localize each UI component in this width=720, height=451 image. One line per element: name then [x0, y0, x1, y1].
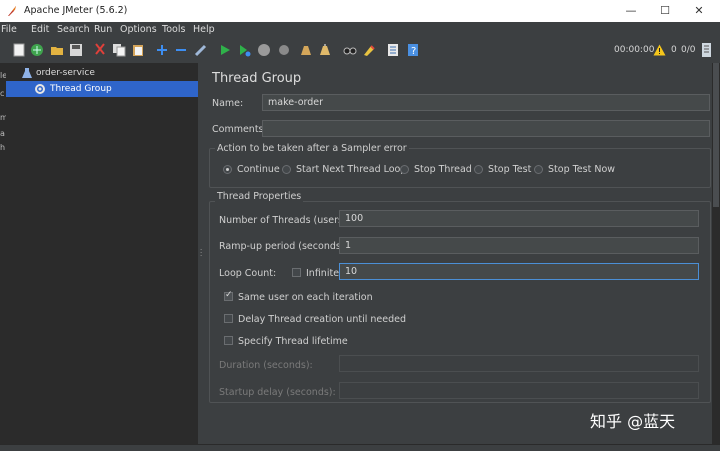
scrollbar-thumb[interactable]: [713, 63, 719, 207]
duration-label: Duration (seconds):: [219, 360, 313, 371]
clear-icon[interactable]: [299, 43, 313, 57]
radio-stop-thread[interactable]: [400, 165, 409, 174]
templates-icon[interactable]: [30, 43, 44, 57]
radio-start-next-loop-label[interactable]: Start Next Thread Loop: [296, 164, 406, 175]
minimize-button[interactable]: —: [614, 0, 648, 22]
clipped-text: h: [0, 143, 6, 152]
clipped-text: a: [0, 129, 5, 138]
rampup-field[interactable]: 1: [339, 237, 699, 254]
startup-delay-field[interactable]: [339, 382, 699, 399]
radio-start-next-loop[interactable]: [282, 165, 291, 174]
window-title: Apache JMeter (5.6.2): [24, 5, 128, 16]
help-icon[interactable]: ?: [406, 43, 420, 57]
thread-lifetime-label[interactable]: Specify Thread lifetime: [238, 336, 348, 347]
menu-edit[interactable]: Edit: [31, 24, 49, 35]
expand-icon[interactable]: [155, 43, 169, 57]
shutdown-icon[interactable]: [277, 43, 291, 57]
warning-count: 0: [671, 45, 677, 55]
toggle-icon[interactable]: [194, 43, 208, 57]
window-titlebar: Apache JMeter (5.6.2) — ☐ ✕: [0, 0, 720, 22]
function-helper-icon[interactable]: [386, 43, 400, 57]
rampup-label: Ramp-up period (seconds):: [219, 241, 348, 252]
main-toolbar: ?: [0, 39, 720, 64]
search-binoculars-icon[interactable]: [343, 43, 357, 57]
divider-grip[interactable]: · · ·: [200, 247, 202, 260]
thread-lifetime-checkbox[interactable]: [224, 336, 233, 345]
tree-node-order-service[interactable]: order-service: [36, 68, 95, 78]
infinite-checkbox[interactable]: [292, 268, 301, 277]
start-icon[interactable]: [218, 43, 232, 57]
radio-stop-thread-label[interactable]: Stop Thread: [414, 164, 472, 175]
open-icon[interactable]: [50, 43, 64, 57]
same-user-checkbox[interactable]: [224, 290, 233, 301]
comments-field[interactable]: [262, 120, 710, 137]
loop-count-field[interactable]: 10: [339, 263, 699, 280]
stop-icon[interactable]: [257, 43, 271, 57]
maximize-button[interactable]: ☐: [648, 0, 682, 22]
copy-icon[interactable]: [112, 43, 126, 57]
active-threads: 0/0: [681, 45, 696, 55]
collapse-icon[interactable]: [174, 43, 188, 57]
startup-delay-label: Startup delay (seconds):: [219, 387, 336, 398]
menu-file[interactable]: File: [1, 24, 17, 35]
warning-icon[interactable]: [653, 44, 666, 56]
thread-properties-legend: Thread Properties: [215, 191, 304, 202]
thread-group-panel: Thread Group Name: make-order Comments: …: [204, 63, 712, 444]
radio-stop-test-now-label[interactable]: Stop Test Now: [548, 164, 615, 175]
comments-label: Comments:: [212, 124, 267, 135]
same-user-label[interactable]: Same user on each iteration: [238, 292, 373, 303]
test-plan-icon: [22, 68, 32, 78]
menu-bar: File Edit Search Run Options Tools Help: [0, 22, 720, 39]
paste-icon[interactable]: [131, 43, 145, 57]
name-field[interactable]: make-order: [262, 94, 710, 111]
start-no-pause-icon[interactable]: [237, 43, 251, 57]
radio-stop-test-now[interactable]: [534, 165, 543, 174]
cut-icon[interactable]: [93, 43, 107, 57]
menu-options[interactable]: Options: [120, 24, 157, 35]
sampler-error-legend: Action to be taken after a Sampler error: [215, 143, 409, 154]
jmeter-feather-icon: [8, 6, 16, 16]
tree-node-label: Thread Group: [50, 84, 112, 94]
elapsed-time: 00:00:00: [614, 45, 655, 55]
clear-all-icon[interactable]: [318, 43, 332, 57]
test-plan-tree: order-service Thread Group: [6, 63, 198, 444]
menu-search[interactable]: Search: [57, 24, 90, 35]
close-button[interactable]: ✕: [682, 0, 716, 22]
log-viewer-icon[interactable]: [700, 42, 713, 58]
delay-thread-checkbox[interactable]: [224, 314, 233, 323]
name-label: Name:: [212, 98, 244, 109]
clipped-text: c: [0, 89, 5, 98]
infinite-label[interactable]: Infinite: [306, 268, 339, 279]
menu-help[interactable]: Help: [193, 24, 215, 35]
tree-node-thread-group[interactable]: Thread Group: [6, 81, 198, 97]
radio-stop-test-label[interactable]: Stop Test: [488, 164, 531, 175]
page-title: Thread Group: [212, 71, 302, 86]
menu-run[interactable]: Run: [94, 24, 112, 35]
duration-field[interactable]: [339, 355, 699, 372]
loop-count-label: Loop Count:: [219, 268, 277, 279]
threads-field[interactable]: 100: [339, 210, 699, 227]
vertical-scrollbar[interactable]: [712, 63, 720, 444]
menu-tools[interactable]: Tools: [162, 24, 185, 35]
svg-text:?: ?: [411, 46, 416, 57]
reset-search-icon[interactable]: [362, 43, 376, 57]
threads-label: Number of Threads (users):: [219, 215, 350, 226]
radio-continue-label[interactable]: Continue: [237, 164, 280, 175]
gear-icon: [35, 84, 45, 94]
save-icon[interactable]: [69, 43, 83, 57]
radio-stop-test[interactable]: [474, 165, 483, 174]
delay-thread-label[interactable]: Delay Thread creation until needed: [238, 314, 406, 325]
radio-continue[interactable]: [223, 165, 232, 174]
watermark-text: 知乎 @蓝天: [590, 412, 676, 431]
new-icon[interactable]: [12, 43, 26, 57]
